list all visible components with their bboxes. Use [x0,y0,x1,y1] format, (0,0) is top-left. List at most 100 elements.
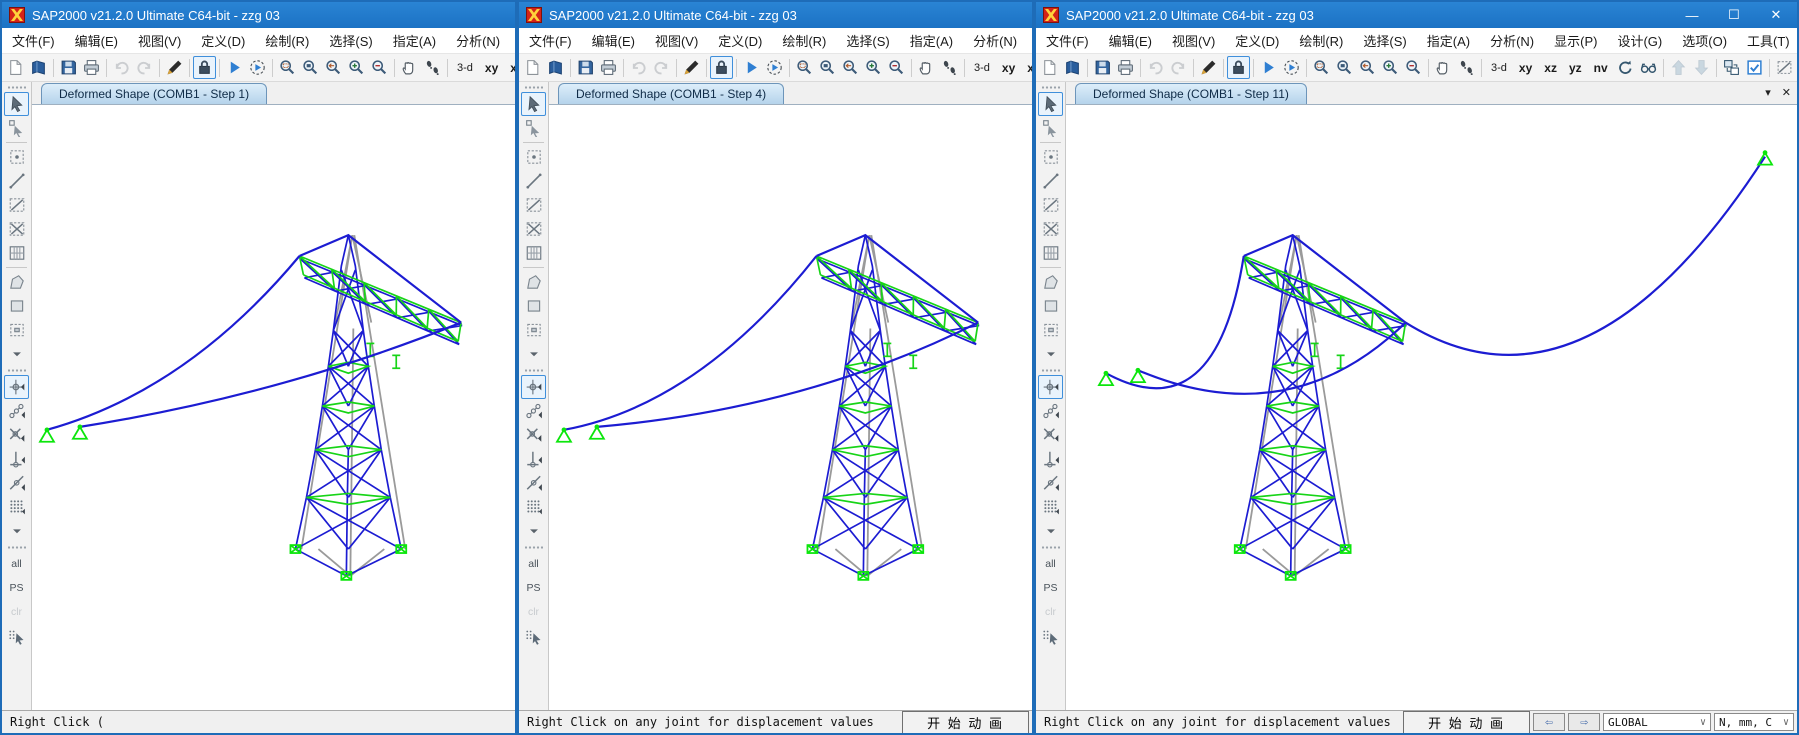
snap-to-joints-icon[interactable] [521,375,546,399]
snap-to-midpoints-icon[interactable] [1038,399,1063,423]
show-undeformed-shape-icon[interactable] [1773,56,1796,79]
view-tab[interactable]: Deformed Shape (COMB1 - Step 4) [558,83,784,104]
maximize-button[interactable]: ☐ [1713,2,1755,28]
view-xy-button[interactable]: xy [479,56,504,79]
quick-draw-area-icon[interactable] [4,318,29,342]
draw-special-joint-icon[interactable] [1038,145,1063,169]
more-draw-tools-icon[interactable] [4,342,29,366]
snap-to-intersections-icon[interactable] [1038,423,1063,447]
zoom-out-icon[interactable] [885,56,908,79]
quick-draw-area-icon[interactable] [1038,318,1063,342]
draw-special-joint-icon[interactable] [521,145,546,169]
snap-to-grid-icon[interactable] [521,495,546,519]
print-icon[interactable] [1114,56,1137,79]
quick-draw-area-icon[interactable] [521,318,546,342]
open-file-icon[interactable] [27,56,50,79]
pen-icon[interactable] [1197,56,1220,79]
snap-to-lines-icon[interactable] [4,471,29,495]
walk-through-icon[interactable] [1455,56,1478,79]
minimize-button[interactable]: — [1671,2,1713,28]
previous-selection-button[interactable]: PS [1038,576,1063,600]
quick-draw-braces-icon[interactable] [521,217,546,241]
draw-rect-area-icon[interactable] [521,294,546,318]
quick-draw-frame-icon[interactable] [4,193,29,217]
pan-icon[interactable] [398,56,421,79]
walk-through-icon[interactable] [421,56,444,79]
restore-full-view-icon[interactable] [299,56,322,79]
menu-display[interactable]: 显示(P) [1544,31,1607,50]
snap-to-perpendicular-icon[interactable] [1038,447,1063,471]
menu-analyze[interactable]: 分析(N) [1480,31,1544,50]
view-nv-button[interactable]: nv [1588,56,1614,79]
coordinate-system-select[interactable]: GLOBAL ∨ [1603,713,1711,731]
menu-view[interactable]: 视图(V) [1162,31,1225,50]
menu-select[interactable]: 选择(S) [319,31,382,50]
draw-frame-icon[interactable] [521,169,546,193]
rotate-view-icon[interactable] [1614,56,1637,79]
next-step-button[interactable]: ⇨ [1568,713,1600,731]
rubber-band-zoom-icon[interactable] [1310,56,1333,79]
open-file-icon[interactable] [544,56,567,79]
select-reshape-icon[interactable] [1038,116,1063,140]
menu-analyze[interactable]: 分析(N) [963,31,1027,50]
print-icon[interactable] [597,56,620,79]
intersecting-line-select-icon[interactable] [521,624,546,648]
menu-tools[interactable]: 工具(T) [1737,31,1797,50]
snap-to-lines-icon[interactable] [521,471,546,495]
view-yz-button[interactable]: yz [1563,56,1588,79]
view-close-icon[interactable]: ✕ [1782,86,1791,99]
zoom-out-icon[interactable] [1402,56,1425,79]
view-tab[interactable]: Deformed Shape (COMB1 - Step 11) [1075,83,1307,104]
previous-selection-button[interactable]: PS [4,576,29,600]
draw-frame-icon[interactable] [1038,169,1063,193]
save-icon[interactable] [574,56,597,79]
new-model-icon[interactable] [4,56,27,79]
menu-assign[interactable]: 指定(A) [1417,31,1480,50]
menu-edit[interactable]: 编辑(E) [582,31,645,50]
zoom-in-icon[interactable] [862,56,885,79]
more-draw-tools-icon[interactable] [1038,342,1063,366]
draw-poly-area-icon[interactable] [521,270,546,294]
intersecting-line-select-icon[interactable] [1038,624,1063,648]
snap-to-intersections-icon[interactable] [4,423,29,447]
quick-draw-secondary-beams-icon[interactable] [4,241,29,265]
previous-zoom-icon[interactable] [322,56,345,79]
menu-view[interactable]: 视图(V) [128,31,191,50]
previous-step-button[interactable]: ⇦ [1533,713,1565,731]
rubber-band-zoom-icon[interactable] [276,56,299,79]
draw-poly-area-icon[interactable] [4,270,29,294]
walk-through-icon[interactable] [938,56,961,79]
snap-to-joints-icon[interactable] [1038,375,1063,399]
close-button[interactable]: ✕ [1755,2,1797,28]
draw-poly-area-icon[interactable] [1038,270,1063,294]
view-tab[interactable]: Deformed Shape (COMB1 - Step 1) [41,83,267,104]
run-analysis-icon[interactable] [223,56,246,79]
previous-zoom-icon[interactable] [1356,56,1379,79]
quick-draw-secondary-beams-icon[interactable] [521,241,546,265]
select-reshape-icon[interactable] [521,116,546,140]
snap-to-grid-icon[interactable] [4,495,29,519]
menu-file[interactable]: 文件(F) [519,31,582,50]
menu-analyze[interactable]: 分析(N) [446,31,510,50]
start-animation-button[interactable]: 开 始 动 画 [902,711,1029,734]
new-model-icon[interactable] [1038,56,1061,79]
menu-select[interactable]: 选择(S) [1353,31,1416,50]
start-animation-button[interactable]: 开 始 动 画 [1403,711,1530,734]
snap-to-joints-icon[interactable] [4,375,29,399]
select-mode-checkbox-icon[interactable] [1743,56,1766,79]
more-snap-tools-icon[interactable] [1038,519,1063,543]
run-analysis-icon[interactable] [740,56,763,79]
snap-to-intersections-icon[interactable] [521,423,546,447]
object-model-windows-icon[interactable] [1720,56,1743,79]
quick-draw-braces-icon[interactable] [4,217,29,241]
view-3d-button[interactable]: 3-d [451,56,479,79]
select-all-button[interactable]: all [1038,552,1063,576]
pan-icon[interactable] [915,56,938,79]
view-xz-button[interactable]: xz [504,56,515,79]
menu-define[interactable]: 定义(D) [1225,31,1289,50]
lock-model-icon[interactable] [710,56,733,79]
menu-select[interactable]: 选择(S) [836,31,899,50]
print-icon[interactable] [80,56,103,79]
lock-model-icon[interactable] [193,56,216,79]
zoom-in-icon[interactable] [345,56,368,79]
